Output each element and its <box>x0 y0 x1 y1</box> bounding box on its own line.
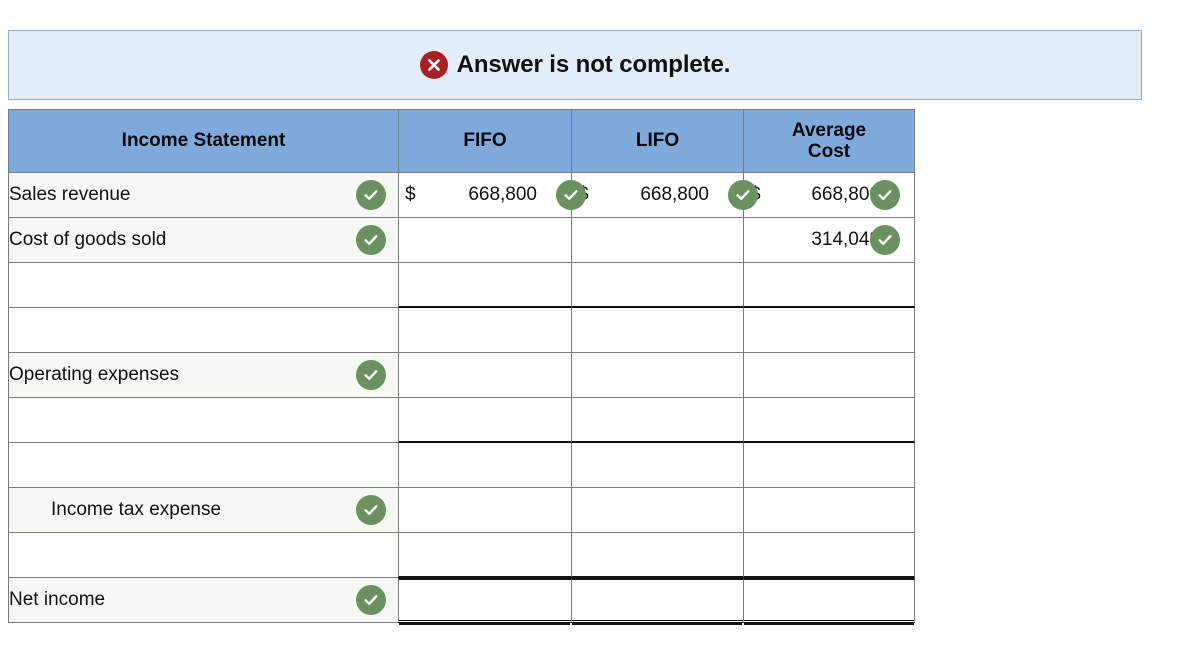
table-header-row: Income Statement FIFO LIFO Average Cost <box>8 109 915 173</box>
value-cell-avg[interactable] <box>743 398 915 443</box>
row-label-cell[interactable]: Operating expenses <box>8 353 398 398</box>
income-statement-table: Income Statement FIFO LIFO Average Cost … <box>8 109 915 623</box>
row-label-cell[interactable]: Net income <box>8 578 398 623</box>
value-cell-lifo[interactable] <box>571 443 743 488</box>
row-label-text: Operating expenses <box>9 364 180 385</box>
table-body: Sales revenue$668,800$668,800$668,800Cos… <box>8 173 915 623</box>
row-label-check-icon[interactable] <box>356 180 386 210</box>
value-cell-fifo[interactable] <box>398 443 571 488</box>
currency-symbol-fifo: $ <box>405 184 416 205</box>
row-label-check-icon[interactable] <box>356 495 386 525</box>
value-cell-avg[interactable]: 314,048 <box>743 218 915 263</box>
x-circle-icon <box>419 51 448 79</box>
column-header-average-cost: Average Cost <box>743 109 915 173</box>
value-cell-avg[interactable] <box>743 263 915 308</box>
row-label-check-icon[interactable] <box>356 225 386 255</box>
column-header-fifo: FIFO <box>398 109 571 173</box>
value-check-icon-avg[interactable] <box>870 225 900 255</box>
column-header-average-cost-line1: Average <box>791 119 867 141</box>
value-text-fifo: 668,800 <box>468 184 537 205</box>
row-label-cell-empty[interactable] <box>8 398 398 443</box>
row-label-cell-empty[interactable] <box>8 443 398 488</box>
value-cell-lifo[interactable] <box>571 263 743 308</box>
value-cell-avg[interactable]: $668,800 <box>743 173 915 218</box>
row-label-text: Sales revenue <box>9 184 131 205</box>
value-cell-fifo[interactable] <box>398 398 571 443</box>
row-label-cell-empty[interactable] <box>8 533 398 578</box>
value-cell-lifo[interactable] <box>571 218 743 263</box>
row-label-text: Net income <box>9 589 106 610</box>
value-cell-lifo[interactable] <box>571 398 743 443</box>
table-row <box>8 308 915 353</box>
income-statement-table-container: Income Statement FIFO LIFO Average Cost … <box>8 109 915 623</box>
value-cell-avg[interactable] <box>743 353 915 398</box>
value-cell-lifo[interactable] <box>571 353 743 398</box>
answer-status-banner: Answer is not complete. <box>8 30 1142 100</box>
row-label-cell-empty[interactable] <box>8 308 398 353</box>
column-header-lifo: LIFO <box>571 109 743 173</box>
table-row: Sales revenue$668,800$668,800$668,800 <box>8 173 915 218</box>
value-check-icon-lifo[interactable] <box>728 180 758 210</box>
banner-message: Answer is not complete. <box>456 51 731 78</box>
value-cell-avg[interactable] <box>743 578 915 623</box>
row-label-cell[interactable]: Cost of goods sold <box>8 218 398 263</box>
value-cell-fifo[interactable] <box>398 488 571 533</box>
row-label-text: Cost of goods sold <box>9 229 167 250</box>
row-label-check-icon[interactable] <box>356 360 386 390</box>
value-text-lifo: 668,800 <box>640 184 709 205</box>
value-cell-avg[interactable] <box>743 533 915 578</box>
value-cell-avg[interactable] <box>743 308 915 353</box>
banner-content: Answer is not complete. <box>419 51 731 79</box>
row-label-cell[interactable]: Income tax expense <box>8 488 398 533</box>
table-row <box>8 533 915 578</box>
value-cell-fifo[interactable] <box>398 308 571 353</box>
value-check-icon-fifo[interactable] <box>556 180 586 210</box>
value-cell-lifo[interactable] <box>571 488 743 533</box>
table-row: Cost of goods sold 314,048 <box>8 218 915 263</box>
row-label-check-icon[interactable] <box>356 585 386 615</box>
value-cell-fifo[interactable] <box>398 533 571 578</box>
value-cell-fifo[interactable] <box>398 578 571 623</box>
table-row <box>8 263 915 308</box>
table-row <box>8 443 915 488</box>
table-head: Income Statement FIFO LIFO Average Cost <box>8 109 915 173</box>
table-row: Operating expenses <box>8 353 915 398</box>
table-row: Income tax expense <box>8 488 915 533</box>
column-header-income-statement: Income Statement <box>8 109 398 173</box>
column-header-average-cost-line2: Cost <box>807 141 851 162</box>
row-label-cell[interactable]: Sales revenue <box>8 173 398 218</box>
value-cell-lifo[interactable] <box>571 533 743 578</box>
table-row <box>8 398 915 443</box>
value-cell-lifo[interactable] <box>571 308 743 353</box>
value-cell-fifo[interactable] <box>398 263 571 308</box>
row-label-text: Income tax expense <box>51 499 222 520</box>
value-cell-fifo[interactable] <box>398 218 571 263</box>
value-cell-lifo[interactable]: $668,800 <box>571 173 758 218</box>
value-cell-fifo[interactable] <box>398 353 571 398</box>
value-cell-avg[interactable] <box>743 443 915 488</box>
table-row: Net income <box>8 578 915 623</box>
value-cell-lifo[interactable] <box>571 578 743 623</box>
row-label-cell-empty[interactable] <box>8 263 398 308</box>
value-cell-avg[interactable] <box>743 488 915 533</box>
value-cell-fifo[interactable]: $668,800 <box>398 173 586 218</box>
value-check-icon-avg[interactable] <box>870 180 900 210</box>
